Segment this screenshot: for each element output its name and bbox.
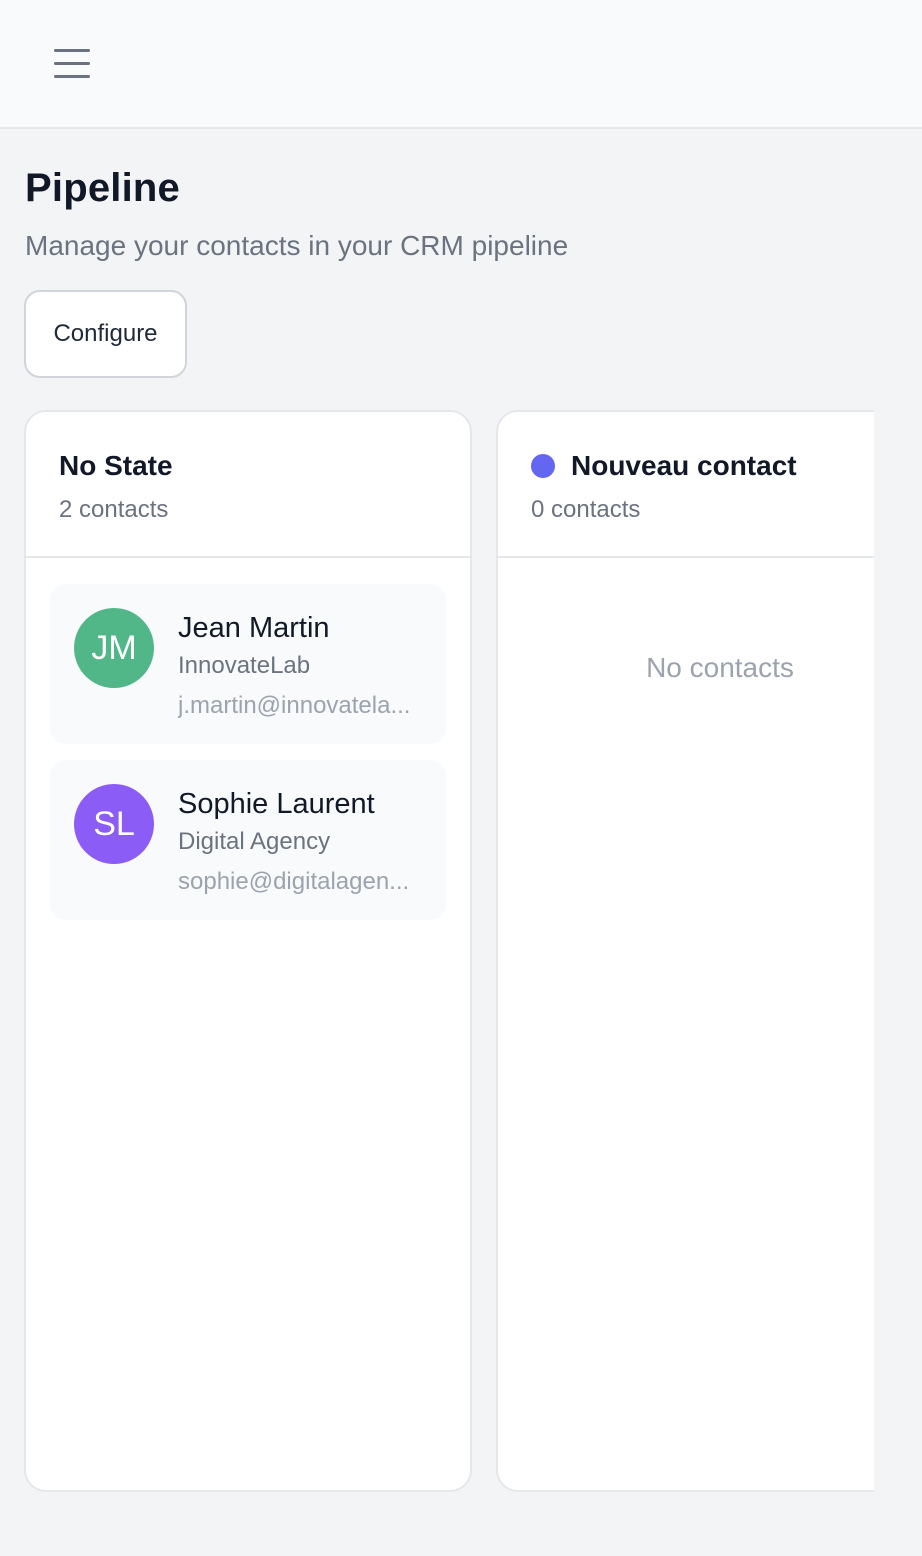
contact-card[interactable]: SL Sophie Laurent Digital Agency sophie@… (50, 760, 446, 920)
contact-name: Sophie Laurent (178, 788, 375, 820)
menu-line (54, 75, 90, 78)
page-subtitle: Manage your contacts in your CRM pipelin… (25, 230, 569, 261)
column-header: Nouveau contact 0 contacts (498, 412, 874, 558)
avatar: SL (74, 784, 154, 864)
contact-email: j.martin@innovatela... (178, 692, 411, 719)
contact-company: Digital Agency (178, 828, 331, 855)
column-contact-count: 0 contacts (531, 496, 641, 523)
contact-company: InnovateLab (178, 652, 311, 679)
pipeline-column-no-state: No State 2 contacts JM Jean Martin Innov… (24, 410, 472, 1492)
pipeline-column-nouveau-contact: Nouveau contact 0 contacts No contacts (496, 410, 874, 1492)
pipeline-board: No State 2 contacts JM Jean Martin Innov… (0, 410, 874, 1492)
page-title: Pipeline (25, 166, 180, 210)
top-bar (0, 0, 922, 129)
column-header: No State 2 contacts (26, 412, 470, 558)
menu-line (54, 62, 90, 65)
column-title: No State (59, 450, 173, 481)
hamburger-menu-icon[interactable] (44, 36, 100, 92)
avatar: JM (74, 608, 154, 688)
column-title: Nouveau contact (571, 450, 797, 481)
menu-line (54, 49, 90, 52)
empty-state-text: No contacts (646, 652, 794, 683)
contact-card[interactable]: JM Jean Martin InnovateLab j.martin@inno… (50, 584, 446, 744)
contact-name: Jean Martin (178, 612, 330, 644)
column-contact-count: 2 contacts (59, 496, 169, 523)
contact-email: sophie@digitalagen... (178, 868, 410, 895)
state-color-dot (531, 454, 555, 478)
configure-button[interactable]: Configure (24, 290, 187, 378)
